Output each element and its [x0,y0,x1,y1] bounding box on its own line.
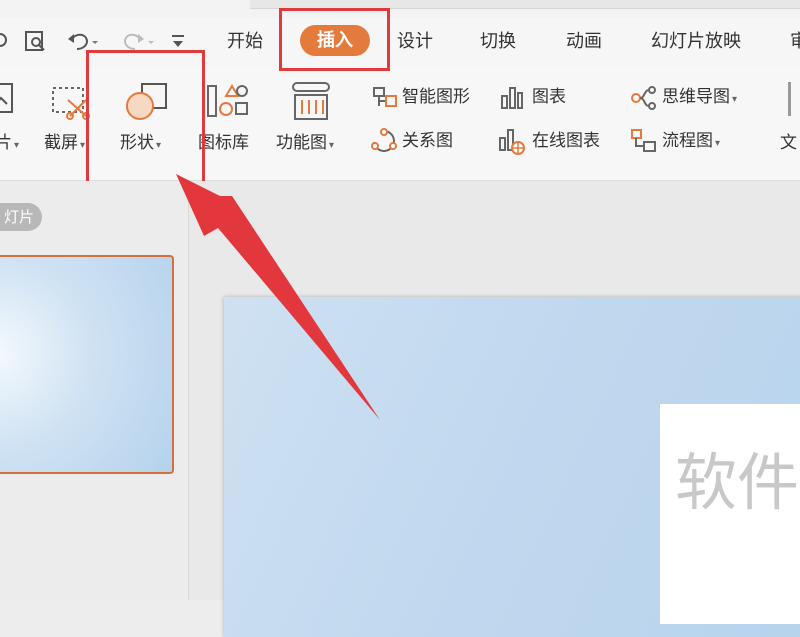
mind-map-button[interactable]: 思维导图 ▾ [662,86,737,111]
function-chart-icon[interactable] [290,80,334,122]
icon-library-icon[interactable] [206,82,248,120]
scan-icon[interactable] [0,30,10,55]
online-chart-button[interactable]: 在线图表 [532,130,600,152]
screenshot-button[interactable]: 截屏 ▾ [44,133,85,156]
ribbon-separator [788,82,791,116]
tab-start[interactable]: 开始 [227,30,263,54]
tab-transition[interactable]: 切换 [480,30,516,54]
mind-map-icon[interactable] [630,85,658,111]
smart-art-icon[interactable] [372,86,398,110]
picture-button[interactable]: 片 ▾ [0,133,19,156]
tab-design[interactable]: 设计 [397,30,433,54]
shapes-highlight [86,50,205,200]
flowchart-icon[interactable] [630,128,658,156]
preview-icon[interactable] [24,30,48,57]
relationship-button[interactable]: 关系图 [402,130,453,152]
tab-slideshow[interactable]: 幻灯片放映 [651,30,741,54]
mind-map-label: 思维导图 [662,87,730,107]
chart-button[interactable]: 图表 [532,86,566,108]
function-chart-label: 功能图 [276,133,327,153]
online-chart-icon[interactable] [498,128,526,156]
chart-icon[interactable] [500,86,524,110]
picture-label: 片 [0,133,12,153]
flowchart-label: 流程图 [662,131,713,151]
relationship-icon[interactable] [370,128,398,154]
picture-icon[interactable] [0,82,16,116]
slides-tab-badge[interactable]: 灯片 [0,203,42,231]
title-text: 软件 [675,446,800,519]
slide-thumbnail[interactable] [0,255,174,474]
function-chart-button[interactable]: 功能图 ▾ [276,133,334,156]
title-strip [0,0,800,18]
insert-tab-highlight [279,8,390,71]
screenshot-label: 截屏 [44,133,78,153]
tab-review-partial[interactable]: 审 [790,30,800,54]
tab-animation[interactable]: 动画 [566,30,602,54]
flowchart-button[interactable]: 流程图 ▾ [662,130,720,155]
textbox-button-partial[interactable]: 文 [780,133,797,153]
smart-art-button[interactable]: 智能图形 [402,86,470,108]
icon-library-button[interactable]: 图标库 [198,133,249,153]
